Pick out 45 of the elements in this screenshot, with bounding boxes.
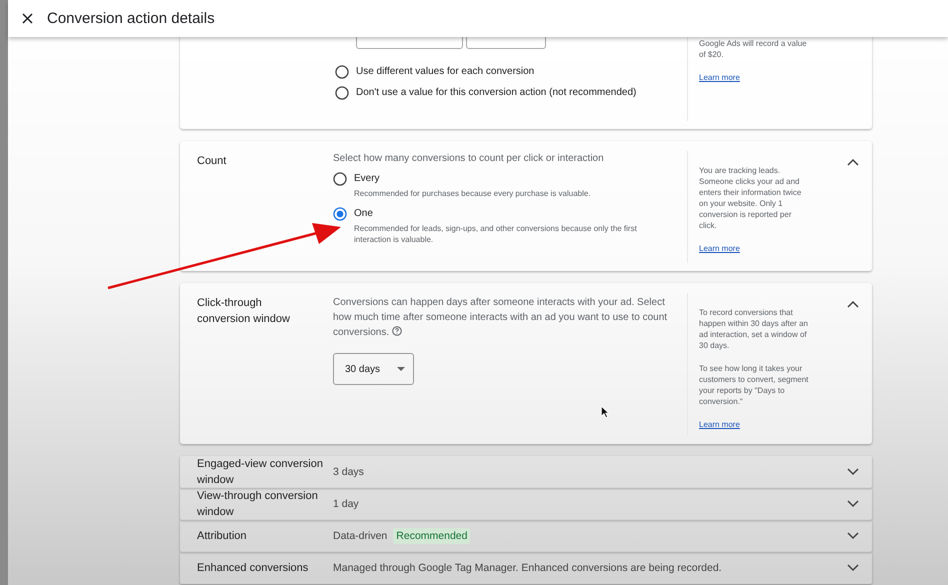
settings-row[interactable]: View-through conversion window 1 day (180, 488, 872, 520)
help-text: Google Ads will record a value of $20. (699, 38, 808, 60)
help-text: To see how long it takes your customers to convert, segment your reports by "Days to conversion." (699, 363, 809, 407)
setting-label: View-through conversion window (196, 489, 319, 520)
radio-button[interactable] (335, 86, 349, 100)
section-label: Count (196, 154, 228, 169)
radio-button[interactable] (333, 207, 347, 221)
chevron-down-icon[interactable] (847, 500, 859, 508)
chevron-down-icon[interactable] (847, 532, 859, 540)
setting-label: Attribution (196, 529, 248, 544)
chevron-up-icon[interactable] (847, 300, 859, 308)
window-dropdown[interactable]: 30 days (333, 353, 414, 385)
learn-more-link[interactable]: Learn more (699, 73, 740, 82)
help-text: To record conversions that happen within 30 days after an ad interaction, set a window of 30 days. (699, 307, 809, 351)
cursor-icon (601, 406, 609, 418)
learn-more-link[interactable]: Learn more (699, 420, 740, 429)
setting-value: Managed through Google Tag Manager. Enhanced conversions are being recorded. (333, 562, 722, 574)
setting-value: Data-driven (333, 530, 388, 542)
radio-label: Every (354, 172, 381, 185)
radio-label: One (354, 207, 374, 220)
chevron-down-icon[interactable] (847, 564, 859, 572)
caret-icon (397, 367, 405, 371)
setting-value: 3 days (333, 466, 364, 478)
option-description: Recommended for leads, sign-ups, and other conversions because only the first interaction is valuable. (354, 223, 638, 245)
chevron-down-icon[interactable] (847, 468, 859, 476)
radio-button[interactable] (333, 172, 347, 186)
radio-label: Don't use a value for this conversion action (not recommended) (356, 86, 636, 99)
settings-row[interactable]: Attribution Data-driven Recommended (180, 520, 872, 552)
radio-button[interactable] (335, 65, 349, 79)
settings-row[interactable]: Enhanced conversions Managed through Google Tag Manager. Enhanced conversions are being recorded. (180, 552, 872, 584)
close-icon[interactable] (22, 13, 33, 24)
chevron-up-icon[interactable] (847, 158, 859, 166)
setting-label: Engaged-view conversion window (196, 457, 324, 488)
option-description: Recommended for purchases because every purchase is valuable. (354, 188, 591, 199)
setting-label: Enhanced conversions (196, 561, 310, 576)
dialog-title: Conversion action details (47, 10, 215, 27)
section-description: Conversions can happen days after someone interacts with your ad. Select how much time after someone interacts with an ad you want to use to count conversions. (333, 296, 668, 340)
recommended-badge: Recommended (393, 528, 470, 544)
radio-label: Use different values for each conversion (356, 65, 534, 78)
section-label: Click-through conversion window (196, 296, 291, 327)
help-icon[interactable] (392, 326, 402, 336)
help-text: You are tracking leads. Someone clicks your ad and enters their information twice on your website. Only 1 conversion is reported per click. (699, 165, 802, 231)
learn-more-link[interactable]: Learn more (699, 244, 740, 253)
section-prompt: Select how many conversions to count per click or interaction (333, 153, 605, 164)
setting-value: 1 day (333, 498, 359, 510)
